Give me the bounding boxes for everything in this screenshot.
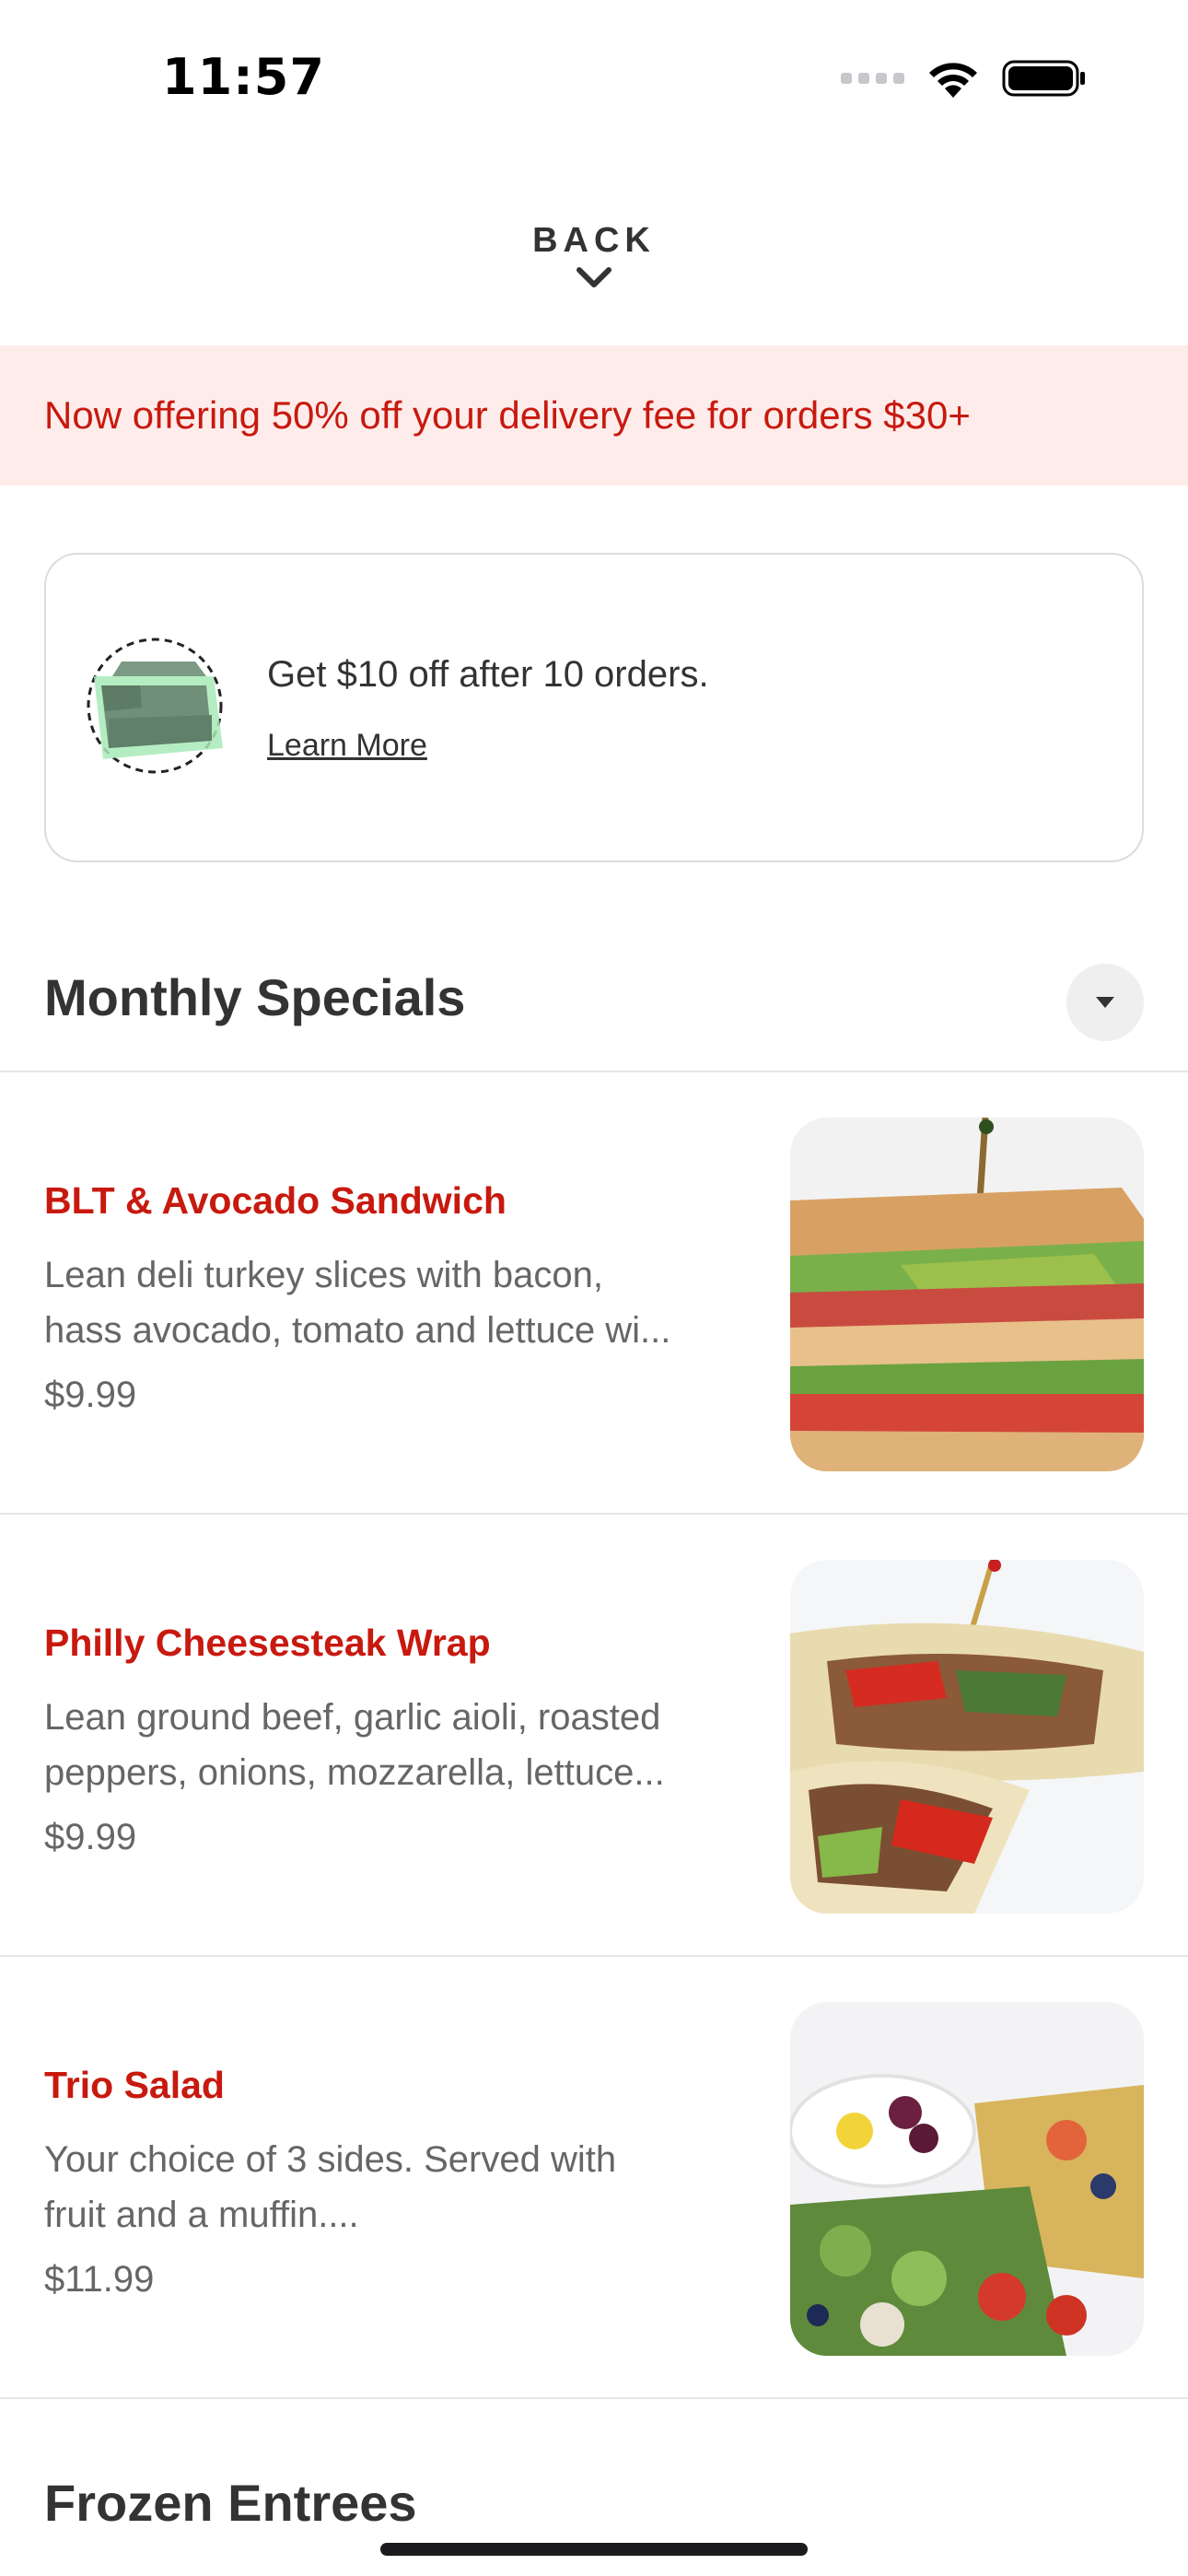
home-indicator[interactable] — [380, 2543, 808, 2556]
item-description-line: Lean ground beef, garlic aioli, roasted — [44, 1697, 661, 1738]
item-description: Your choice of 3 sides. Served with frui… — [44, 2132, 744, 2242]
promo-banner: Now offering 50% off your delivery fee f… — [0, 345, 1188, 486]
item-price: $11.99 — [44, 2259, 155, 2300]
battery-icon — [1002, 58, 1087, 99]
item-name: Philly Cheesesteak Wrap — [44, 1622, 491, 1664]
salad-image — [790, 2002, 1144, 2356]
caret-down-icon — [1096, 997, 1114, 1008]
chevron-down-icon — [577, 267, 611, 287]
item-description: Lean ground beef, garlic aioli, roasted … — [44, 1690, 744, 1800]
section-title: Frozen Entrees — [44, 2474, 417, 2532]
item-description-line: Your choice of 3 sides. Served with — [44, 2139, 617, 2180]
item-description-line: peppers, onions, mozzarella, lettuce... — [44, 1752, 665, 1793]
section-header-monthly-specials[interactable]: Monthly Specials — [0, 947, 1188, 1058]
status-icons — [841, 57, 1087, 100]
item-price: $9.99 — [44, 1817, 137, 1857]
back-label: BACK — [532, 221, 656, 260]
promo-banner-text: Now offering 50% off your delivery fee f… — [44, 393, 971, 437]
section-header-frozen-entrees[interactable]: Frozen Entrees — [0, 2399, 1188, 2532]
sandwich-image — [790, 1118, 1144, 1471]
menu-item-blt-avocado-sandwich[interactable]: BLT & Avocado Sandwich Lean deli turkey … — [0, 1072, 1188, 1515]
bowl-icon — [85, 638, 232, 776]
collapse-section-button[interactable] — [1066, 964, 1144, 1041]
item-name: Trio Salad — [44, 2064, 225, 2106]
wrap-image — [790, 1560, 1144, 1914]
item-description-line: fruit and a muffin.... — [44, 2195, 359, 2235]
back-button[interactable]: BACK — [0, 221, 1188, 290]
item-name: BLT & Avocado Sandwich — [44, 1179, 507, 1222]
status-bar: 11:57 — [0, 0, 1188, 157]
menu-page: 11:57 BACK Now offering 50% off your del… — [0, 0, 1188, 2576]
rewards-card[interactable]: Get $10 off after 10 orders. Learn More — [44, 553, 1144, 862]
menu-item-philly-cheesesteak-wrap[interactable]: Philly Cheesesteak Wrap Lean ground beef… — [0, 1515, 1188, 1957]
cellular-signal-icon — [841, 73, 904, 84]
menu-item-trio-salad[interactable]: Trio Salad Your choice of 3 sides. Serve… — [0, 1957, 1188, 2399]
learn-more-link[interactable]: Learn More — [267, 728, 427, 764]
wifi-icon — [925, 57, 982, 100]
item-description: Lean deli turkey slices with bacon, hass… — [44, 1247, 744, 1358]
section-title: Monthly Specials — [44, 968, 466, 1026]
status-time: 11:57 — [162, 48, 325, 106]
rewards-title: Get $10 off after 10 orders. — [267, 654, 709, 695]
item-description-line: hass avocado, tomato and lettuce wi... — [44, 1310, 671, 1351]
item-description-line: Lean deli turkey slices with bacon, — [44, 1255, 603, 1295]
item-price: $9.99 — [44, 1375, 137, 1415]
